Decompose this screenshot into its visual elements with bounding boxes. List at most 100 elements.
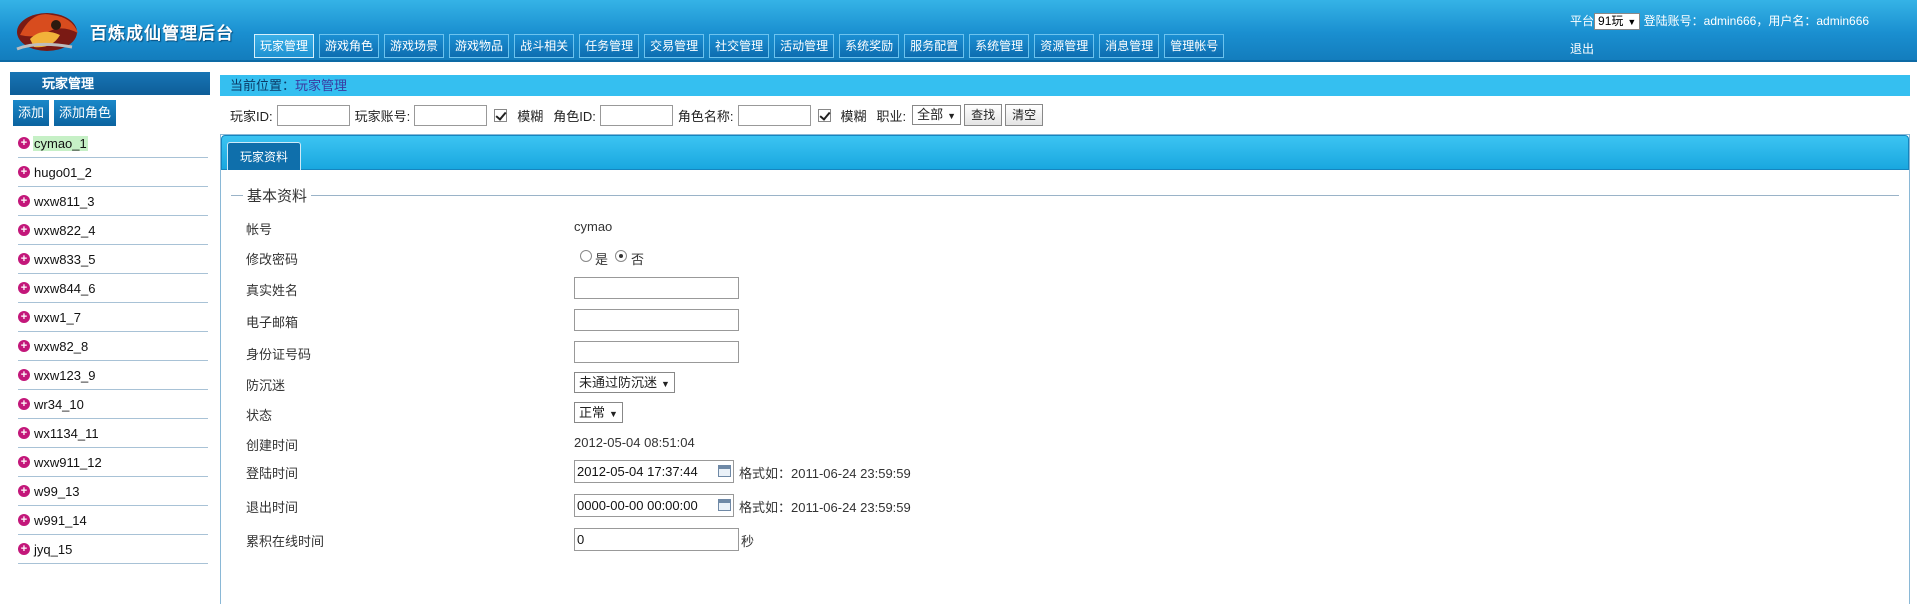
role-id-label: 角色ID: <box>553 108 596 124</box>
idcard-input[interactable] <box>574 341 739 363</box>
breadcrumb-current[interactable]: 玩家管理 <box>295 78 347 93</box>
expand-plus-icon[interactable]: + <box>18 369 30 381</box>
fuzzy-checkbox[interactable] <box>494 108 508 122</box>
row-idcard: 身份证号码 <box>221 340 1121 366</box>
nav-tab[interactable]: 活动管理 <box>774 34 835 58</box>
nav-tab[interactable]: 游戏角色 <box>319 34 380 58</box>
chevron-down-icon: ▼ <box>609 409 618 419</box>
expand-plus-icon[interactable]: + <box>18 195 30 207</box>
player-list-item[interactable]: + wxw833_5 <box>18 245 208 274</box>
online-time-input[interactable]: 0 <box>574 528 739 551</box>
role-id-input[interactable] <box>599 104 673 126</box>
email-input[interactable] <box>574 309 739 331</box>
expand-plus-icon[interactable]: + <box>18 485 30 497</box>
expand-plus-icon[interactable]: + <box>18 514 30 526</box>
expand-plus-icon[interactable]: + <box>18 166 30 178</box>
nav-tab[interactable]: 系统奖励 <box>839 34 900 58</box>
expand-plus-icon[interactable]: + <box>18 340 30 352</box>
player-account-label: 玩家账号: <box>354 108 411 124</box>
nav-tab[interactable]: 任务管理 <box>579 34 640 58</box>
platform-select[interactable]: 91玩 ▼ <box>1594 13 1641 31</box>
login-time-label: 登陆时间 <box>246 466 299 481</box>
player-name: wx1134_11 <box>34 425 99 441</box>
player-id-input[interactable] <box>276 104 350 126</box>
player-list-item[interactable]: + wxw822_4 <box>18 216 208 245</box>
nav-tab[interactable]: 服务配置 <box>904 34 965 58</box>
account-value: cymao <box>574 219 613 234</box>
fuzzy2-checkbox[interactable] <box>817 108 831 122</box>
player-name: w99_13 <box>34 483 80 499</box>
row-logout-time: 退出时间 0000-00-00 00:00:00 格式如：2011-06-24 … <box>221 493 1121 519</box>
expand-plus-icon[interactable]: + <box>18 137 30 149</box>
change-password-yes-radio[interactable] <box>580 250 592 262</box>
job-select[interactable]: 全部 ▼ <box>912 105 962 125</box>
nav-tab[interactable]: 管理帐号 <box>1164 34 1225 58</box>
player-list-item[interactable]: + wxw82_8 <box>18 332 208 361</box>
tab-player-profile[interactable]: 玩家资料 <box>227 142 302 170</box>
player-name: jyq_15 <box>34 541 73 557</box>
expand-plus-icon[interactable]: + <box>18 398 30 410</box>
player-list-item[interactable]: + wxw911_12 <box>18 448 208 477</box>
nav-tab[interactable]: 社交管理 <box>709 34 770 58</box>
player-list-item[interactable]: + wxw1_7 <box>18 303 208 332</box>
nav-tab[interactable]: 系统管理 <box>969 34 1030 58</box>
player-list-item[interactable]: + hugo01_2 <box>18 158 208 187</box>
player-list-item[interactable]: + wr34_10 <box>18 390 208 419</box>
add-role-button[interactable]: 添加角色 <box>54 100 117 126</box>
nav-tab[interactable]: 游戏物品 <box>449 34 510 58</box>
row-login-time: 登陆时间 2012-05-04 17:37:44 格式如：2011-06-24 … <box>221 459 1121 485</box>
expand-plus-icon[interactable]: + <box>18 543 30 555</box>
player-list-item[interactable]: + wxw811_3 <box>18 187 208 216</box>
player-list-item[interactable]: + wxw123_9 <box>18 361 208 390</box>
realname-input[interactable] <box>574 277 739 299</box>
chevron-down-icon: ▼ <box>661 379 670 389</box>
player-list-item[interactable]: + wxw844_6 <box>18 274 208 303</box>
expand-plus-icon[interactable]: + <box>18 224 30 236</box>
player-list-item[interactable]: + w991_14 <box>18 506 208 535</box>
player-list-item[interactable]: + cymao_1 <box>18 129 208 158</box>
role-name-label: 角色名称: <box>677 108 734 124</box>
nav-tab[interactable]: 玩家管理 <box>254 34 315 58</box>
add-button[interactable]: 添加 <box>13 100 50 126</box>
login-time-input[interactable]: 2012-05-04 17:37:44 <box>574 460 734 483</box>
player-name: wxw811_3 <box>34 193 95 209</box>
created-label: 创建时间 <box>246 438 299 453</box>
player-name: hugo01_2 <box>34 164 92 180</box>
antiaddict-select[interactable]: 未通过防沉迷 ▼ <box>574 372 675 393</box>
clear-button[interactable]: 清空 <box>1005 104 1044 126</box>
row-email: 电子邮箱 <box>221 308 1121 334</box>
expand-plus-icon[interactable]: + <box>18 427 30 439</box>
expand-plus-icon[interactable]: + <box>18 311 30 323</box>
created-value: 2012-05-04 08:51:04 <box>574 435 695 450</box>
nav-tab[interactable]: 游戏场景 <box>384 34 445 58</box>
nav-tab[interactable]: 消息管理 <box>1099 34 1160 58</box>
change-password-no-radio[interactable] <box>615 250 627 262</box>
change-password-label: 修改密码 <box>246 252 299 267</box>
nav-tab[interactable]: 战斗相关 <box>514 34 575 58</box>
nav-tab[interactable]: 交易管理 <box>644 34 705 58</box>
player-account-input[interactable] <box>414 104 488 126</box>
sidebar-actions: 添加 添加角色 <box>10 100 210 126</box>
header-bar: 百炼成仙管理后台 玩家管理 游戏角色 游戏场景 游戏物品 战斗相关 任务管理 交易管理 社交管… <box>0 0 1917 62</box>
player-list-item[interactable]: + jyq_15 <box>18 535 208 564</box>
search-bar: 玩家ID: 玩家账号: 模糊 角色ID: 角色名称: 模糊 职业: 全部 ▼ 查找… <box>230 104 1046 126</box>
expand-plus-icon[interactable]: + <box>18 253 30 265</box>
expand-plus-icon[interactable]: + <box>18 456 30 468</box>
role-name-input[interactable] <box>737 104 811 126</box>
expand-plus-icon[interactable]: + <box>18 282 30 294</box>
player-list: + cymao_1 + hugo01_2 + wxw811_3 + wxw822_4 + wxw8… <box>10 129 210 564</box>
nav-tab[interactable]: 资源管理 <box>1034 34 1095 58</box>
find-button[interactable]: 查找 <box>964 104 1003 126</box>
status-select[interactable]: 正常 ▼ <box>574 402 623 423</box>
calendar-icon[interactable] <box>718 499 731 511</box>
status-label: 状态 <box>246 408 273 423</box>
player-list-item[interactable]: + wx1134_11 <box>18 419 208 448</box>
row-account: 帐号 cymao <box>221 215 1121 241</box>
logout-time-input[interactable]: 0000-00-00 00:00:00 <box>574 494 734 517</box>
account-info: 登陆账号：admin666，用户名：admin666 <box>1643 14 1870 28</box>
antiaddict-label: 防沉迷 <box>246 378 286 393</box>
calendar-icon[interactable] <box>718 465 731 477</box>
player-list-item[interactable]: + w99_13 <box>18 477 208 506</box>
logout-link[interactable]: 退出 <box>1570 40 1910 58</box>
fuzzy2-label: 模糊 <box>840 108 867 124</box>
